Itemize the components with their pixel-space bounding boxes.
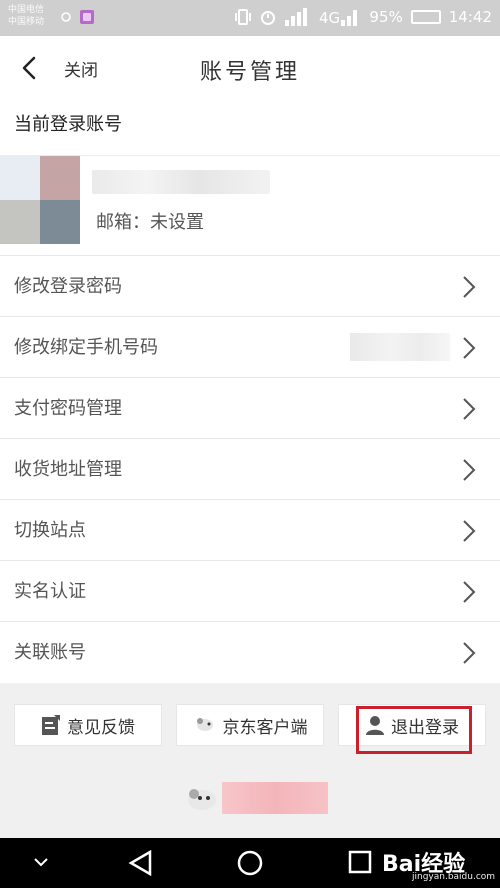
menu-item-label: 修改登录密码	[14, 276, 122, 297]
status-time: 14:42	[448, 8, 492, 26]
chevron-right-icon	[463, 276, 476, 298]
chevron-right-icon	[463, 581, 476, 603]
jd-client-button[interactable]: 京东客户端	[176, 704, 324, 746]
avatar	[0, 156, 80, 244]
settings-icon	[61, 12, 71, 22]
menu-item-linked-accounts[interactable]: 关联账号	[0, 622, 500, 683]
back-triangle-icon[interactable]	[128, 850, 152, 876]
jd-dog-icon	[196, 718, 213, 731]
feedback-button[interactable]: 意见反馈	[14, 704, 162, 746]
logout-button[interactable]: 退出登录	[338, 704, 486, 746]
recents-square-icon[interactable]	[348, 850, 372, 874]
status-bar: 中国电信 中国移动 4G 95% 14:42	[0, 0, 500, 36]
status-notification-icons	[60, 10, 94, 24]
carrier-line-2: 中国移动	[8, 17, 45, 27]
menu-item-switch-site[interactable]: 切换站点	[0, 500, 500, 561]
feedback-label: 意见反馈	[67, 717, 135, 738]
battery-icon	[410, 10, 441, 24]
chevron-right-icon	[463, 337, 476, 359]
email-status: 邮箱：未设置	[96, 212, 204, 233]
logout-label: 退出登录	[391, 717, 459, 738]
edit-document-icon	[42, 715, 60, 735]
carrier-line-1: 中国电信	[8, 5, 45, 15]
menu-item-label: 修改绑定手机号码	[14, 337, 158, 358]
menu-item-payment-password[interactable]: 支付密码管理	[0, 378, 500, 439]
phone-number-blurred	[350, 333, 450, 361]
signal-4g-icon: 4G	[319, 9, 358, 26]
current-account-header: 当前登录账号	[0, 100, 500, 156]
jd-mascot-icon	[188, 789, 216, 810]
menu-item-label: 收货地址管理	[14, 459, 122, 480]
footer-brand-blurred	[222, 782, 328, 814]
menu-item-real-name[interactable]: 实名认证	[0, 561, 500, 622]
username-blurred	[92, 170, 270, 194]
signal-2g-icon	[285, 8, 308, 26]
system-nav-bar: Bai经验 jingyan.baidu.com	[0, 838, 500, 888]
battery-percentage: 95%	[369, 8, 403, 26]
chevron-down-icon[interactable]	[32, 856, 50, 868]
app-notification-icon	[80, 10, 94, 24]
menu-item-label: 关联账号	[14, 642, 86, 663]
home-circle-icon[interactable]	[237, 850, 263, 876]
chevron-right-icon	[463, 459, 476, 481]
menu-item-label: 实名认证	[14, 581, 86, 602]
menu-item-change-phone[interactable]: 修改绑定手机号码	[0, 317, 500, 378]
menu-item-address[interactable]: 收货地址管理	[0, 439, 500, 500]
bottom-actions: 意见反馈 京东客户端 退出登录	[0, 684, 500, 838]
chevron-right-icon	[463, 642, 476, 664]
alarm-icon	[261, 11, 276, 25]
svg-text:4G: 4G	[319, 9, 340, 26]
menu-item-change-password[interactable]: 修改登录密码	[0, 256, 500, 317]
nav-bar: 关闭 账号管理	[0, 36, 500, 100]
footer-logo	[180, 778, 330, 818]
chevron-right-icon	[463, 520, 476, 542]
status-right-group: 4G 95% 14:42	[235, 8, 492, 26]
page-title: 账号管理	[199, 60, 300, 85]
menu-item-label: 支付密码管理	[14, 398, 122, 419]
carrier-text: 中国电信 中国移动	[8, 4, 44, 28]
menu-item-label: 切换站点	[14, 520, 86, 541]
chevron-right-icon	[463, 398, 476, 420]
profile-card[interactable]: 邮箱：未设置	[0, 156, 500, 256]
user-icon	[366, 716, 384, 735]
settings-menu: 修改登录密码 修改绑定手机号码 支付密码管理 收货地址管理 切换站点 实名认证 …	[0, 256, 500, 683]
vibrate-icon	[235, 9, 252, 25]
baidu-watermark-url: jingyan.baidu.com	[412, 872, 496, 882]
jd-client-label: 京东客户端	[222, 717, 308, 738]
